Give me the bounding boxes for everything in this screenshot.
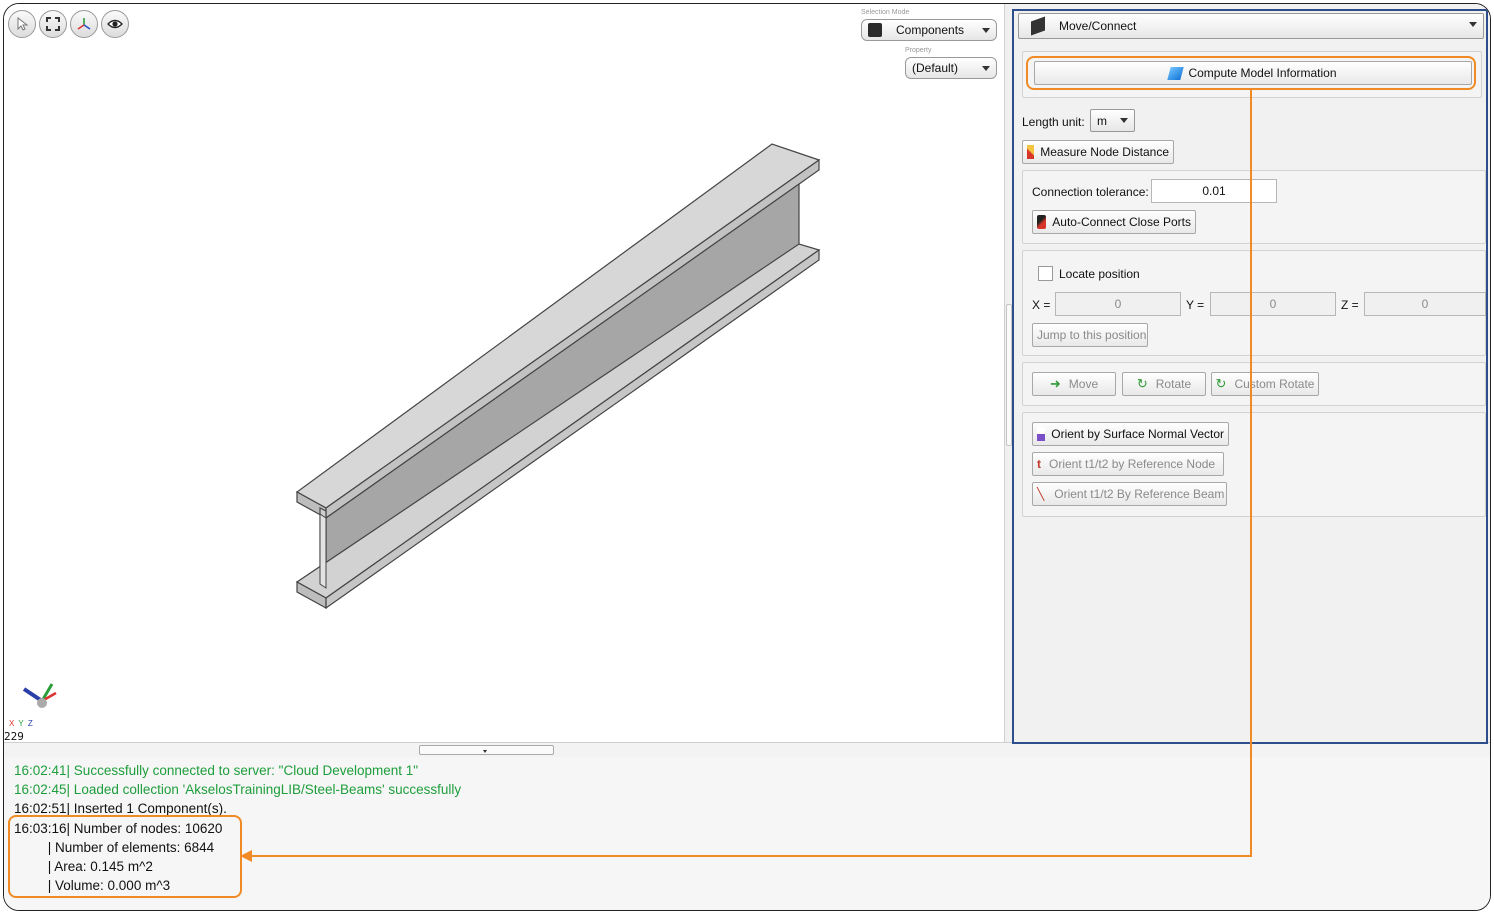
- callout-arrow: [240, 90, 1252, 862]
- app-window: Selection Mode Components Property (Defa…: [3, 3, 1491, 911]
